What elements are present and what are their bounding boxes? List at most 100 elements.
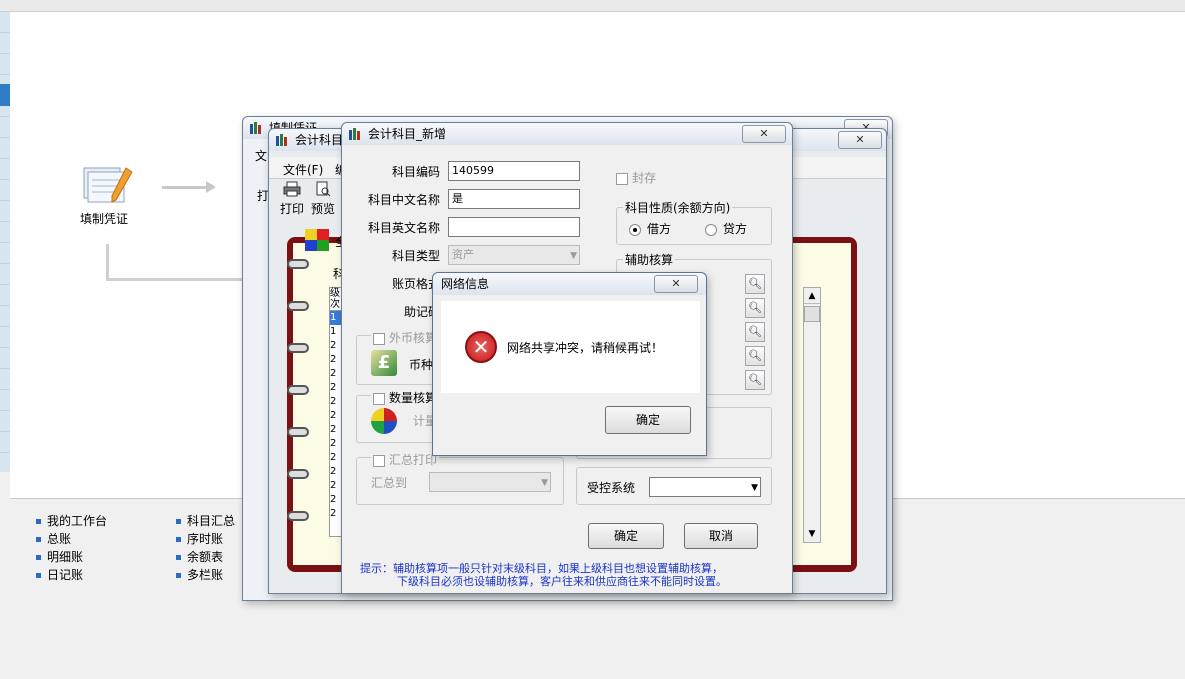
cn-name-field[interactable]: 是 xyxy=(448,189,580,209)
summary-group: 汇总打印 汇总到 ▼ xyxy=(356,451,564,505)
code-field[interactable]: 140599 xyxy=(448,161,580,181)
seal-check-box[interactable] xyxy=(616,172,628,185)
toolbar-print-label: 打印 xyxy=(279,202,304,216)
link-detail-ledger[interactable]: 明细账 xyxy=(36,548,83,565)
summary-checkbox[interactable]: 汇总打印 xyxy=(371,451,440,468)
summary-label: 汇总打印 xyxy=(389,453,438,467)
alert-message: 网络共享冲突，请稍候再试！ xyxy=(507,341,664,355)
toolbar-preview-label: 预览 xyxy=(310,202,335,216)
search-icon[interactable]: 🔍︎ xyxy=(745,370,765,390)
search-icon[interactable]: 🔍︎ xyxy=(745,346,765,366)
alert-close-icon[interactable]: ✕ xyxy=(654,275,698,293)
nature-group: 科目性质(余额方向) 借方 贷方 xyxy=(616,199,772,245)
ring xyxy=(287,301,309,311)
credit-radio-dot[interactable] xyxy=(705,223,717,236)
alert-body: ✕ 网络共享冲突，请稍候再试！ xyxy=(441,301,700,393)
controlled-select[interactable]: ▼ xyxy=(649,477,761,497)
toolbar-print[interactable]: 打印 xyxy=(277,181,307,221)
left-strip-selected-item[interactable] xyxy=(0,84,10,106)
link-chronological-ledger[interactable]: 序时账 xyxy=(176,530,223,547)
foreign-checkbox[interactable]: 外币核算 xyxy=(371,329,440,346)
app-icon xyxy=(250,122,261,134)
hint-line-2: 下级科目必须也设辅助核算，客户往来和供应商往来不能同时设置。 xyxy=(397,575,727,588)
left-navigation-strip[interactable] xyxy=(0,12,10,472)
en-name-field[interactable] xyxy=(448,217,580,237)
dialog-cancel-button[interactable]: 取消 xyxy=(684,523,758,549)
flow-arrow-head xyxy=(206,181,216,193)
label-cn-name: 科目中文名称 xyxy=(367,193,440,207)
grid-scrollbar[interactable]: ▲ ▼ xyxy=(803,287,821,543)
controlled-label: 受控系统 xyxy=(587,481,636,495)
link-balance-sheet[interactable]: 余额表 xyxy=(176,548,223,565)
fill-voucher-icon[interactable] xyxy=(80,162,140,207)
dialog-ok-button[interactable]: 确定 xyxy=(588,523,664,549)
summary-to-select[interactable]: ▼ xyxy=(429,472,551,492)
label-code: 科目编码 xyxy=(391,165,440,179)
link-general-ledger[interactable]: 总账 xyxy=(36,530,71,547)
ring xyxy=(287,511,309,521)
quantity-check-box[interactable] xyxy=(373,392,385,405)
label-mnemonic: 助记码 xyxy=(403,305,440,319)
fill-voucher-menu-file[interactable]: 文 xyxy=(255,147,267,164)
currency-label: 币种 xyxy=(409,358,434,372)
quantity-label: 数量核算 xyxy=(389,391,438,405)
fill-voucher-label[interactable]: 填制凭证 xyxy=(80,210,128,227)
scroll-down-icon[interactable]: ▼ xyxy=(804,526,820,542)
summary-check-box[interactable] xyxy=(373,454,385,467)
menu-file[interactable]: 文件(F) xyxy=(283,161,323,178)
scroll-up-icon[interactable]: ▲ xyxy=(804,288,820,304)
seal-label: 封存 xyxy=(632,171,657,185)
top-bar xyxy=(0,0,1185,12)
ring xyxy=(287,259,309,269)
type-value: 资产 xyxy=(452,248,474,261)
type-select[interactable]: 资产 ▼ xyxy=(448,245,580,265)
scroll-thumb[interactable] xyxy=(804,306,820,322)
search-icon[interactable]: 🔍︎ xyxy=(745,322,765,342)
link-account-summary[interactable]: 科目汇总 xyxy=(176,512,235,529)
dialog-close-icon[interactable]: ✕ xyxy=(742,125,786,143)
pound-currency-icon: £ xyxy=(371,350,397,376)
debit-radio[interactable]: 借方 xyxy=(629,220,671,237)
search-icon[interactable]: 🔍︎ xyxy=(745,298,765,318)
debit-radio-dot[interactable] xyxy=(629,223,641,236)
chevron-down-icon: ▼ xyxy=(751,483,758,493)
close-icon[interactable]: ✕ xyxy=(838,131,882,149)
link-journal[interactable]: 日记账 xyxy=(36,566,83,583)
notebook-tab-icon[interactable] xyxy=(305,229,329,251)
label-page-format: 账页格式 xyxy=(391,277,440,291)
nature-group-title: 科目性质(余额方向) xyxy=(623,199,733,216)
flow-line-down xyxy=(106,244,109,280)
alert-ok-button[interactable]: 确定 xyxy=(605,406,691,434)
quantity-icon xyxy=(371,408,397,434)
label-en-name: 科目英文名称 xyxy=(367,221,440,235)
credit-radio[interactable]: 贷方 xyxy=(705,220,747,237)
link-multi-column-ledger[interactable]: 多栏账 xyxy=(176,566,223,583)
summary-to-label: 汇总到 xyxy=(371,476,408,490)
ring xyxy=(287,385,309,395)
dialog-title: 会计科目_新增 xyxy=(342,123,792,145)
app-icon xyxy=(349,128,360,140)
link-my-workbench[interactable]: 我的工作台 xyxy=(36,512,107,529)
credit-label: 贷方 xyxy=(723,222,748,236)
controlled-group: 受控系统 ▼ xyxy=(576,467,772,505)
app-icon xyxy=(276,134,287,146)
ring xyxy=(287,427,309,437)
ring xyxy=(287,343,309,353)
seal-checkbox[interactable]: 封存 xyxy=(616,169,656,186)
chevron-down-icon: ▼ xyxy=(541,478,548,488)
network-alert-dialog: 网络信息 ✕ ✕ 网络共享冲突，请稍候再试！ 确定 xyxy=(432,272,707,456)
preview-icon xyxy=(316,181,331,197)
chevron-down-icon: ▼ xyxy=(570,251,577,261)
debit-label: 借方 xyxy=(647,222,672,236)
foreign-label: 外币核算 xyxy=(389,331,438,345)
label-type: 科目类型 xyxy=(391,249,440,263)
error-icon: ✕ xyxy=(465,331,497,363)
aux-group-title: 辅助核算 xyxy=(623,251,676,268)
quantity-checkbox[interactable]: 数量核算 xyxy=(371,389,440,406)
toolbar-preview[interactable]: 预览 xyxy=(307,181,339,221)
ring xyxy=(287,469,309,479)
search-icon[interactable]: 🔍︎ xyxy=(745,274,765,294)
foreign-check-box[interactable] xyxy=(373,332,385,345)
printer-icon xyxy=(283,181,301,197)
flow-line-right xyxy=(106,278,246,281)
